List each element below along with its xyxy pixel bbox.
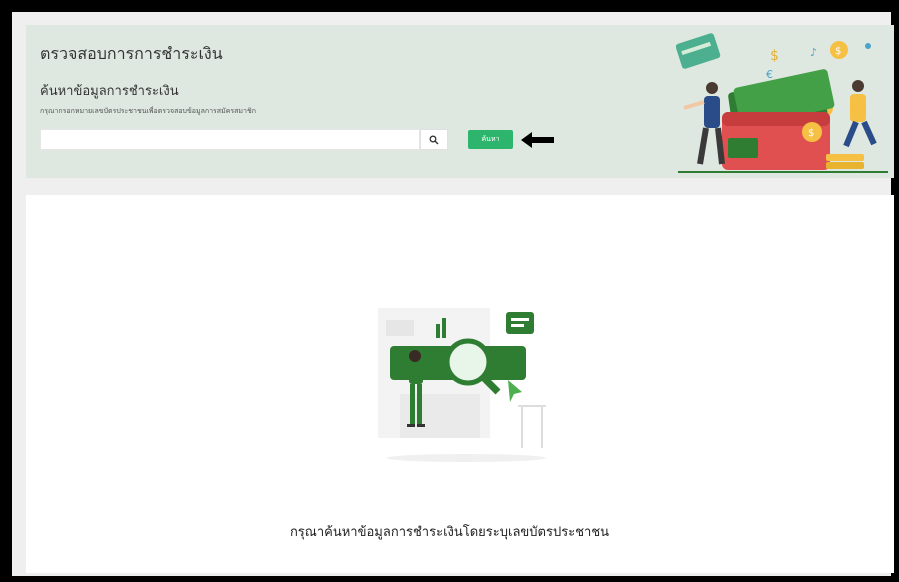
arrow-left-icon [521,132,554,148]
svg-text:€: € [766,68,773,81]
empty-state-message: กรุณาค้นหาข้อมูลการชำระเงินโดยระบุเลขบัต… [289,525,610,540]
search-icon [429,135,439,144]
search-input[interactable] [40,129,420,150]
money-wallet-illustration: $ € ♪ $ $ [676,33,888,173]
svg-text:$: $ [808,128,814,139]
search-hint: กรุณากรอกหมายเลขบัตรประชาชนเพื่อตรวจสอบข… [40,107,256,115]
page-title: ตรวจสอบการการชำระเงิน [40,44,223,63]
empty-state-illustration [378,308,546,462]
svg-text:$: $ [835,46,841,57]
section-title: ค้นหาข้อมูลการชำระเงิน [40,84,179,99]
search-icon-button[interactable] [420,129,448,150]
svg-text:♪: ♪ [810,46,817,59]
svg-text:$: $ [770,48,779,64]
search-button[interactable]: ค้นหา [468,130,513,149]
